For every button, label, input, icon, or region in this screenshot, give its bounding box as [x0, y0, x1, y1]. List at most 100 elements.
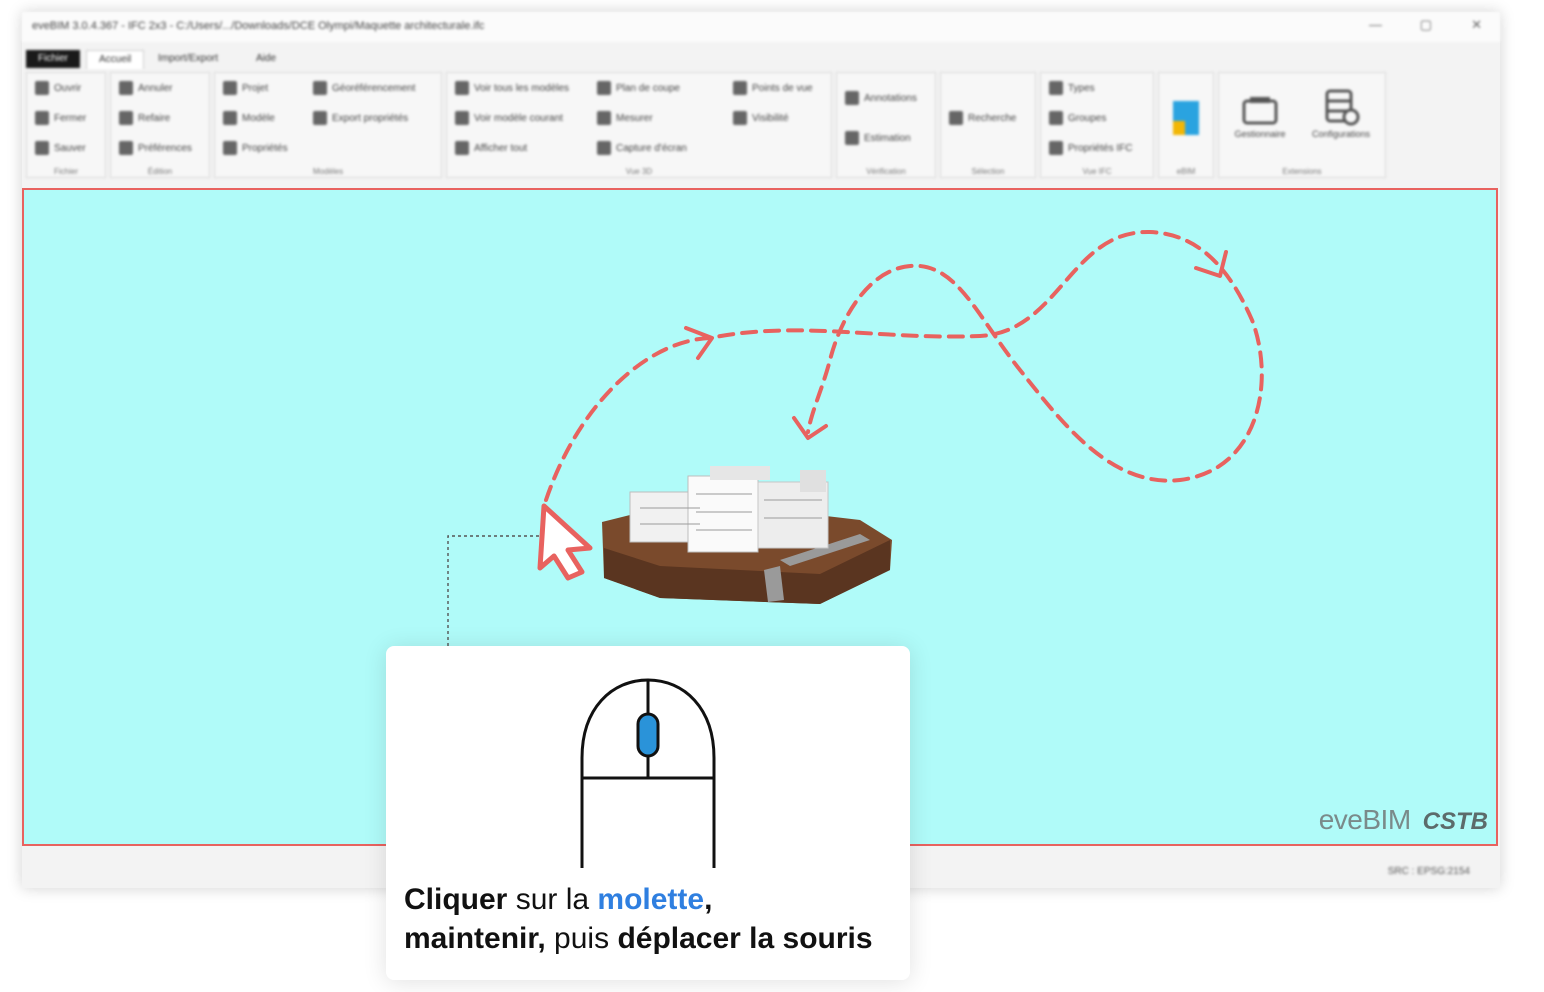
search-icon: [949, 111, 963, 125]
chart-icon: [845, 131, 859, 145]
search-button[interactable]: Recherche: [949, 111, 1016, 125]
save-button[interactable]: Sauver: [35, 141, 86, 155]
undo-label: Annuler: [138, 82, 173, 94]
model-icon: [223, 111, 237, 125]
house-icon: [455, 81, 469, 95]
evebim-logo: eveBIM: [1318, 804, 1411, 835]
visibility-icon: [733, 111, 747, 125]
redo-icon: [119, 111, 133, 125]
show-all-label: Afficher tout: [474, 142, 528, 154]
view-current-model-label: Voir modèle courant: [474, 112, 563, 124]
instruction-on-the: sur la: [507, 883, 598, 916]
tab-fichier[interactable]: Fichier: [26, 50, 81, 68]
ribbon-group-selection: Recherche Sélection: [940, 72, 1036, 178]
ribbon-tabs: Fichier Accueil Import/Export Aide: [22, 46, 1500, 70]
ruler-icon: [597, 111, 611, 125]
estimation-button[interactable]: Estimation: [845, 131, 911, 145]
watermark: eveBIM CSTB: [1319, 804, 1488, 836]
groups-icon: [1049, 111, 1063, 125]
close-icon: [35, 111, 49, 125]
configurations-button[interactable]: Configurations: [1303, 87, 1379, 139]
annotations-label: Annotations: [864, 92, 917, 104]
export-properties-button[interactable]: Export propriétés: [313, 111, 408, 125]
annotations-button[interactable]: Annotations: [845, 91, 917, 105]
configurations-label: Configurations: [1311, 129, 1371, 139]
properties-icon: [223, 141, 237, 155]
view-all-models-button[interactable]: Voir tous les modèles: [455, 81, 569, 95]
instruction-hold: maintenir,: [404, 922, 546, 955]
export-properties-label: Export propriétés: [332, 112, 409, 124]
ribbon-group-vue-ifc: Types Groupes Propriétés IFC Vue IFC: [1040, 72, 1154, 178]
close-file-button[interactable]: Fermer: [35, 111, 86, 125]
georef-label: Géoréférencement: [332, 82, 416, 94]
manager-label: Gestionnaire: [1234, 129, 1286, 139]
tab-import-export[interactable]: Import/Export: [146, 50, 230, 68]
model-label: Modèle: [242, 112, 275, 124]
maximize-button[interactable]: ▢: [1420, 17, 1432, 33]
window-title: eveBIM 3.0.4.367 - IFC 2x3 - C:/Users/..…: [32, 20, 485, 32]
types-button[interactable]: Types: [1049, 81, 1095, 95]
screenshot-button[interactable]: Capture d'écran: [597, 141, 687, 155]
preferences-button[interactable]: Préférences: [119, 141, 192, 155]
properties-button[interactable]: Propriétés: [223, 141, 288, 155]
group-label-modeles: Modèles: [312, 167, 344, 176]
viewpoints-button[interactable]: Points de vue: [733, 81, 813, 95]
gear-icon: [119, 141, 133, 155]
search-label: Recherche: [968, 112, 1017, 124]
group-label-selection: Sélection: [971, 167, 1005, 176]
group-label-ebim: eBIM: [1176, 167, 1196, 176]
group-label-verification: Vérification: [866, 167, 906, 176]
ribbon-group-fichier: Ouvrir Fermer Sauver Fichier: [26, 72, 106, 178]
model-button[interactable]: Modèle: [223, 111, 275, 125]
close-button[interactable]: ✕: [1471, 17, 1482, 33]
minimize-button[interactable]: —: [1369, 17, 1382, 32]
pin-icon: [733, 81, 747, 95]
measure-button[interactable]: Mesurer: [597, 111, 653, 125]
redo-button[interactable]: Refaire: [119, 111, 170, 125]
mouse-icon: [580, 678, 716, 868]
manager-button[interactable]: Gestionnaire: [1225, 93, 1295, 139]
project-button[interactable]: Projet: [223, 81, 268, 95]
estimation-label: Estimation: [864, 132, 911, 144]
tab-aide[interactable]: Aide: [244, 50, 288, 68]
instruction-then: puis: [545, 922, 618, 955]
ribbon-group-ebim: eBIM: [1158, 72, 1214, 178]
groups-button[interactable]: Groupes: [1049, 111, 1106, 125]
visibility-button[interactable]: Visibilité: [733, 111, 789, 125]
measure-label: Mesurer: [616, 112, 653, 124]
instruction-line-1: Cliquer sur la molette,: [404, 880, 904, 919]
view-current-model-button[interactable]: Voir modèle courant: [455, 111, 563, 125]
ribbon-group-extensions: Gestionnaire Configurations Extensions: [1218, 72, 1386, 178]
preferences-label: Préférences: [138, 142, 192, 154]
database-gear-icon: [1325, 89, 1360, 126]
ifc-properties-button[interactable]: Propriétés IFC: [1049, 141, 1132, 155]
redo-label: Refaire: [138, 112, 171, 124]
open-button[interactable]: Ouvrir: [35, 81, 81, 95]
folder-icon: [1242, 97, 1278, 125]
cstb-logo: CSTB: [1422, 808, 1488, 835]
export-icon: [313, 111, 327, 125]
section-plane-button[interactable]: Plan de coupe: [597, 81, 680, 95]
ebim-button[interactable]: [1169, 97, 1203, 141]
screenshot-label: Capture d'écran: [616, 142, 687, 154]
ribbon-group-modeles: Projet Modèle Propriétés Géoréférencemen…: [214, 72, 442, 178]
ebim-icon: [1173, 101, 1199, 135]
types-label: Types: [1068, 82, 1095, 94]
instruction-move-mouse: déplacer la souris: [617, 922, 873, 955]
undo-button[interactable]: Annuler: [119, 81, 172, 95]
project-icon: [223, 81, 237, 95]
ribbon-group-verification: Annotations Estimation Vérification: [836, 72, 936, 178]
instruction-line-2: maintenir, puis déplacer la souris: [404, 919, 904, 958]
instruction-wheel-word: molette: [597, 883, 705, 916]
instruction-card: Cliquer sur la molette, maintenir, puis …: [386, 646, 910, 980]
open-icon: [35, 81, 49, 95]
show-all-button[interactable]: Afficher tout: [455, 141, 527, 155]
types-icon: [1049, 81, 1063, 95]
tab-accueil[interactable]: Accueil: [86, 50, 145, 69]
save-label: Sauver: [54, 142, 86, 154]
annotation-icon: [845, 91, 859, 105]
mouse-wheel: [636, 712, 660, 758]
instruction-click: Cliquer: [404, 883, 508, 916]
georef-button[interactable]: Géoréférencement: [313, 81, 415, 95]
open-label: Ouvrir: [54, 82, 82, 94]
